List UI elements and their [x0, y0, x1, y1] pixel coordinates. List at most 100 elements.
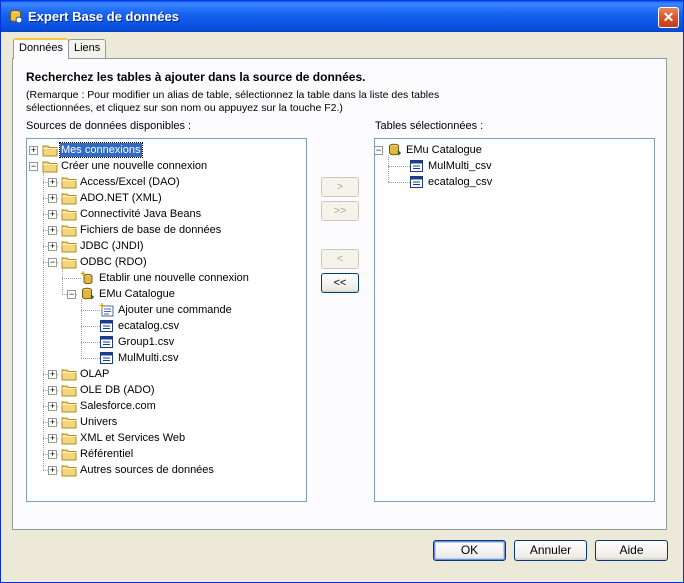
expand-icon[interactable]: + — [48, 449, 57, 459]
source-tree-item[interactable]: + Connectivité Java Beans — [27, 206, 306, 222]
source-tree-item[interactable]: − EMu Catalogue — [27, 286, 306, 302]
source-tree-item[interactable]: + ADO.NET (XML) — [27, 190, 306, 206]
source-tree-item[interactable]: Group1.csv — [27, 334, 306, 350]
source-tree-item[interactable]: ecatalog.csv — [27, 318, 306, 334]
tree-item-label[interactable]: ADO.NET (XML) — [79, 191, 163, 205]
expander-glyph: + — [49, 417, 56, 427]
expand-icon[interactable]: + — [48, 401, 57, 411]
tree-item-label[interactable]: Référentiel — [79, 447, 134, 461]
instruction-heading: Recherchez les tables à ajouter dans la … — [26, 70, 366, 84]
close-icon: ✕ — [662, 9, 675, 25]
expander-glyph: + — [49, 449, 56, 459]
folder-icon — [61, 383, 77, 397]
database-icon — [80, 287, 96, 301]
tree-item-label[interactable]: Etablir une nouvelle connexion — [98, 271, 250, 285]
close-button[interactable]: ✕ — [658, 7, 679, 28]
expander-glyph: − — [68, 289, 75, 299]
folder-icon — [61, 431, 77, 445]
tree-item-label[interactable]: EMu Catalogue — [98, 287, 176, 301]
source-tree-item[interactable]: + OLE DB (ADO) — [27, 382, 306, 398]
tree-item-label[interactable]: ODBC (RDO) — [79, 255, 148, 269]
add-all-button[interactable]: >> — [321, 201, 359, 221]
source-tree-item[interactable]: − Créer une nouvelle connexion — [27, 158, 306, 174]
tree-item-label[interactable]: Autres sources de données — [79, 463, 215, 477]
remove-table-button[interactable]: < — [321, 249, 359, 269]
table-icon — [99, 335, 115, 349]
source-tree-item[interactable]: + Mes connexions — [27, 142, 306, 158]
tree-item-label[interactable]: Ajouter une commande — [117, 303, 233, 317]
folder-icon — [42, 159, 58, 173]
source-tree-item[interactable]: − ODBC (RDO) — [27, 254, 306, 270]
selected-tree-item[interactable]: ecatalog_csv — [375, 174, 654, 190]
source-tree-item[interactable]: + JDBC (JNDI) — [27, 238, 306, 254]
collapse-icon[interactable]: − — [67, 289, 76, 299]
expand-icon[interactable]: + — [48, 193, 57, 203]
collapse-icon[interactable]: − — [48, 257, 57, 267]
tree-item-label[interactable]: Salesforce.com — [79, 399, 157, 413]
tree-item-label[interactable]: OLE DB (ADO) — [79, 383, 156, 397]
add-table-button[interactable]: > — [321, 177, 359, 197]
tree-item-label[interactable]: Mes connexions — [59, 142, 143, 158]
expander-glyph: + — [30, 145, 37, 155]
tree-item-label[interactable]: XML et Services Web — [79, 431, 186, 445]
expand-icon[interactable]: + — [48, 209, 57, 219]
expand-icon[interactable]: + — [48, 369, 57, 379]
expander-glyph: − — [49, 257, 56, 267]
instruction-note: (Remarque : Pour modifier un alias de ta… — [26, 89, 440, 114]
collapse-icon[interactable]: − — [375, 145, 383, 155]
source-tree-item[interactable]: Etablir une nouvelle connexion — [27, 270, 306, 286]
selected-tables-tree[interactable]: − EMu Catalogue MulMulti_csv ecatalog_csv — [374, 138, 655, 502]
tree-item-label[interactable]: Access/Excel (DAO) — [79, 175, 181, 189]
expand-icon[interactable]: + — [48, 385, 57, 395]
collapse-icon[interactable]: − — [29, 161, 38, 171]
tree-item-label[interactable]: Créer une nouvelle connexion — [60, 159, 208, 173]
help-button[interactable]: Aide — [595, 540, 668, 561]
expand-icon[interactable]: + — [29, 145, 38, 155]
source-tree-item[interactable]: + OLAP — [27, 366, 306, 382]
cancel-button[interactable]: Annuler — [514, 540, 587, 561]
expander-glyph: + — [49, 465, 56, 475]
expand-icon[interactable]: + — [48, 465, 57, 475]
expand-icon[interactable]: + — [48, 417, 57, 427]
expand-icon[interactable]: + — [48, 225, 57, 235]
tree-item-label[interactable]: MulMulti.csv — [117, 351, 180, 365]
source-tree-item[interactable]: + Autres sources de données — [27, 462, 306, 478]
window-title: Expert Base de données — [28, 9, 179, 24]
expand-icon[interactable]: + — [48, 241, 57, 251]
sources-label: Sources de données disponibles : — [26, 120, 192, 132]
tab-donnees[interactable]: Données — [13, 38, 70, 59]
tree-item-label[interactable]: MulMulti_csv — [427, 159, 493, 173]
tree-item-label[interactable]: Fichiers de base de données — [79, 223, 222, 237]
source-tree-item[interactable]: + Access/Excel (DAO) — [27, 174, 306, 190]
expand-icon[interactable]: + — [48, 433, 57, 443]
table-icon — [409, 159, 425, 173]
source-tree-item[interactable]: + Salesforce.com — [27, 398, 306, 414]
table-icon — [409, 175, 425, 189]
remove-all-button[interactable]: << — [321, 273, 359, 293]
expander-glyph: + — [49, 385, 56, 395]
source-tree-item[interactable]: + XML et Services Web — [27, 430, 306, 446]
ok-button[interactable]: OK — [433, 540, 506, 561]
tree-item-label[interactable]: Connectivité Java Beans — [79, 207, 202, 221]
source-tree-item[interactable]: + Référentiel — [27, 446, 306, 462]
selected-tree-item[interactable]: MulMulti_csv — [375, 158, 654, 174]
source-tree-item[interactable]: + Univers — [27, 414, 306, 430]
tree-item-label[interactable]: JDBC (JNDI) — [79, 239, 145, 253]
tree-item-label[interactable]: OLAP — [79, 367, 110, 381]
source-tree-item[interactable]: Ajouter une commande — [27, 302, 306, 318]
tree-item-label[interactable]: Univers — [79, 415, 118, 429]
selected-tree-item[interactable]: − EMu Catalogue — [375, 142, 654, 158]
selected-label: Tables sélectionnées : — [375, 120, 484, 132]
tree-item-label[interactable]: ecatalog_csv — [427, 175, 493, 189]
tree-item-label[interactable]: EMu Catalogue — [405, 143, 483, 157]
expander-glyph: + — [49, 209, 56, 219]
tree-item-label[interactable]: ecatalog.csv — [117, 319, 180, 333]
tab-liens[interactable]: Liens — [68, 39, 107, 58]
tree-item-label[interactable]: Group1.csv — [117, 335, 175, 349]
app-icon — [10, 10, 23, 24]
source-tree-item[interactable]: + Fichiers de base de données — [27, 222, 306, 238]
sources-tree[interactable]: + Mes connexions − Créer une nouvelle conne… — [26, 138, 307, 502]
expand-icon[interactable]: + — [48, 177, 57, 187]
title-bar[interactable]: Expert Base de données ✕ — [1, 1, 683, 32]
source-tree-item[interactable]: MulMulti.csv — [27, 350, 306, 366]
